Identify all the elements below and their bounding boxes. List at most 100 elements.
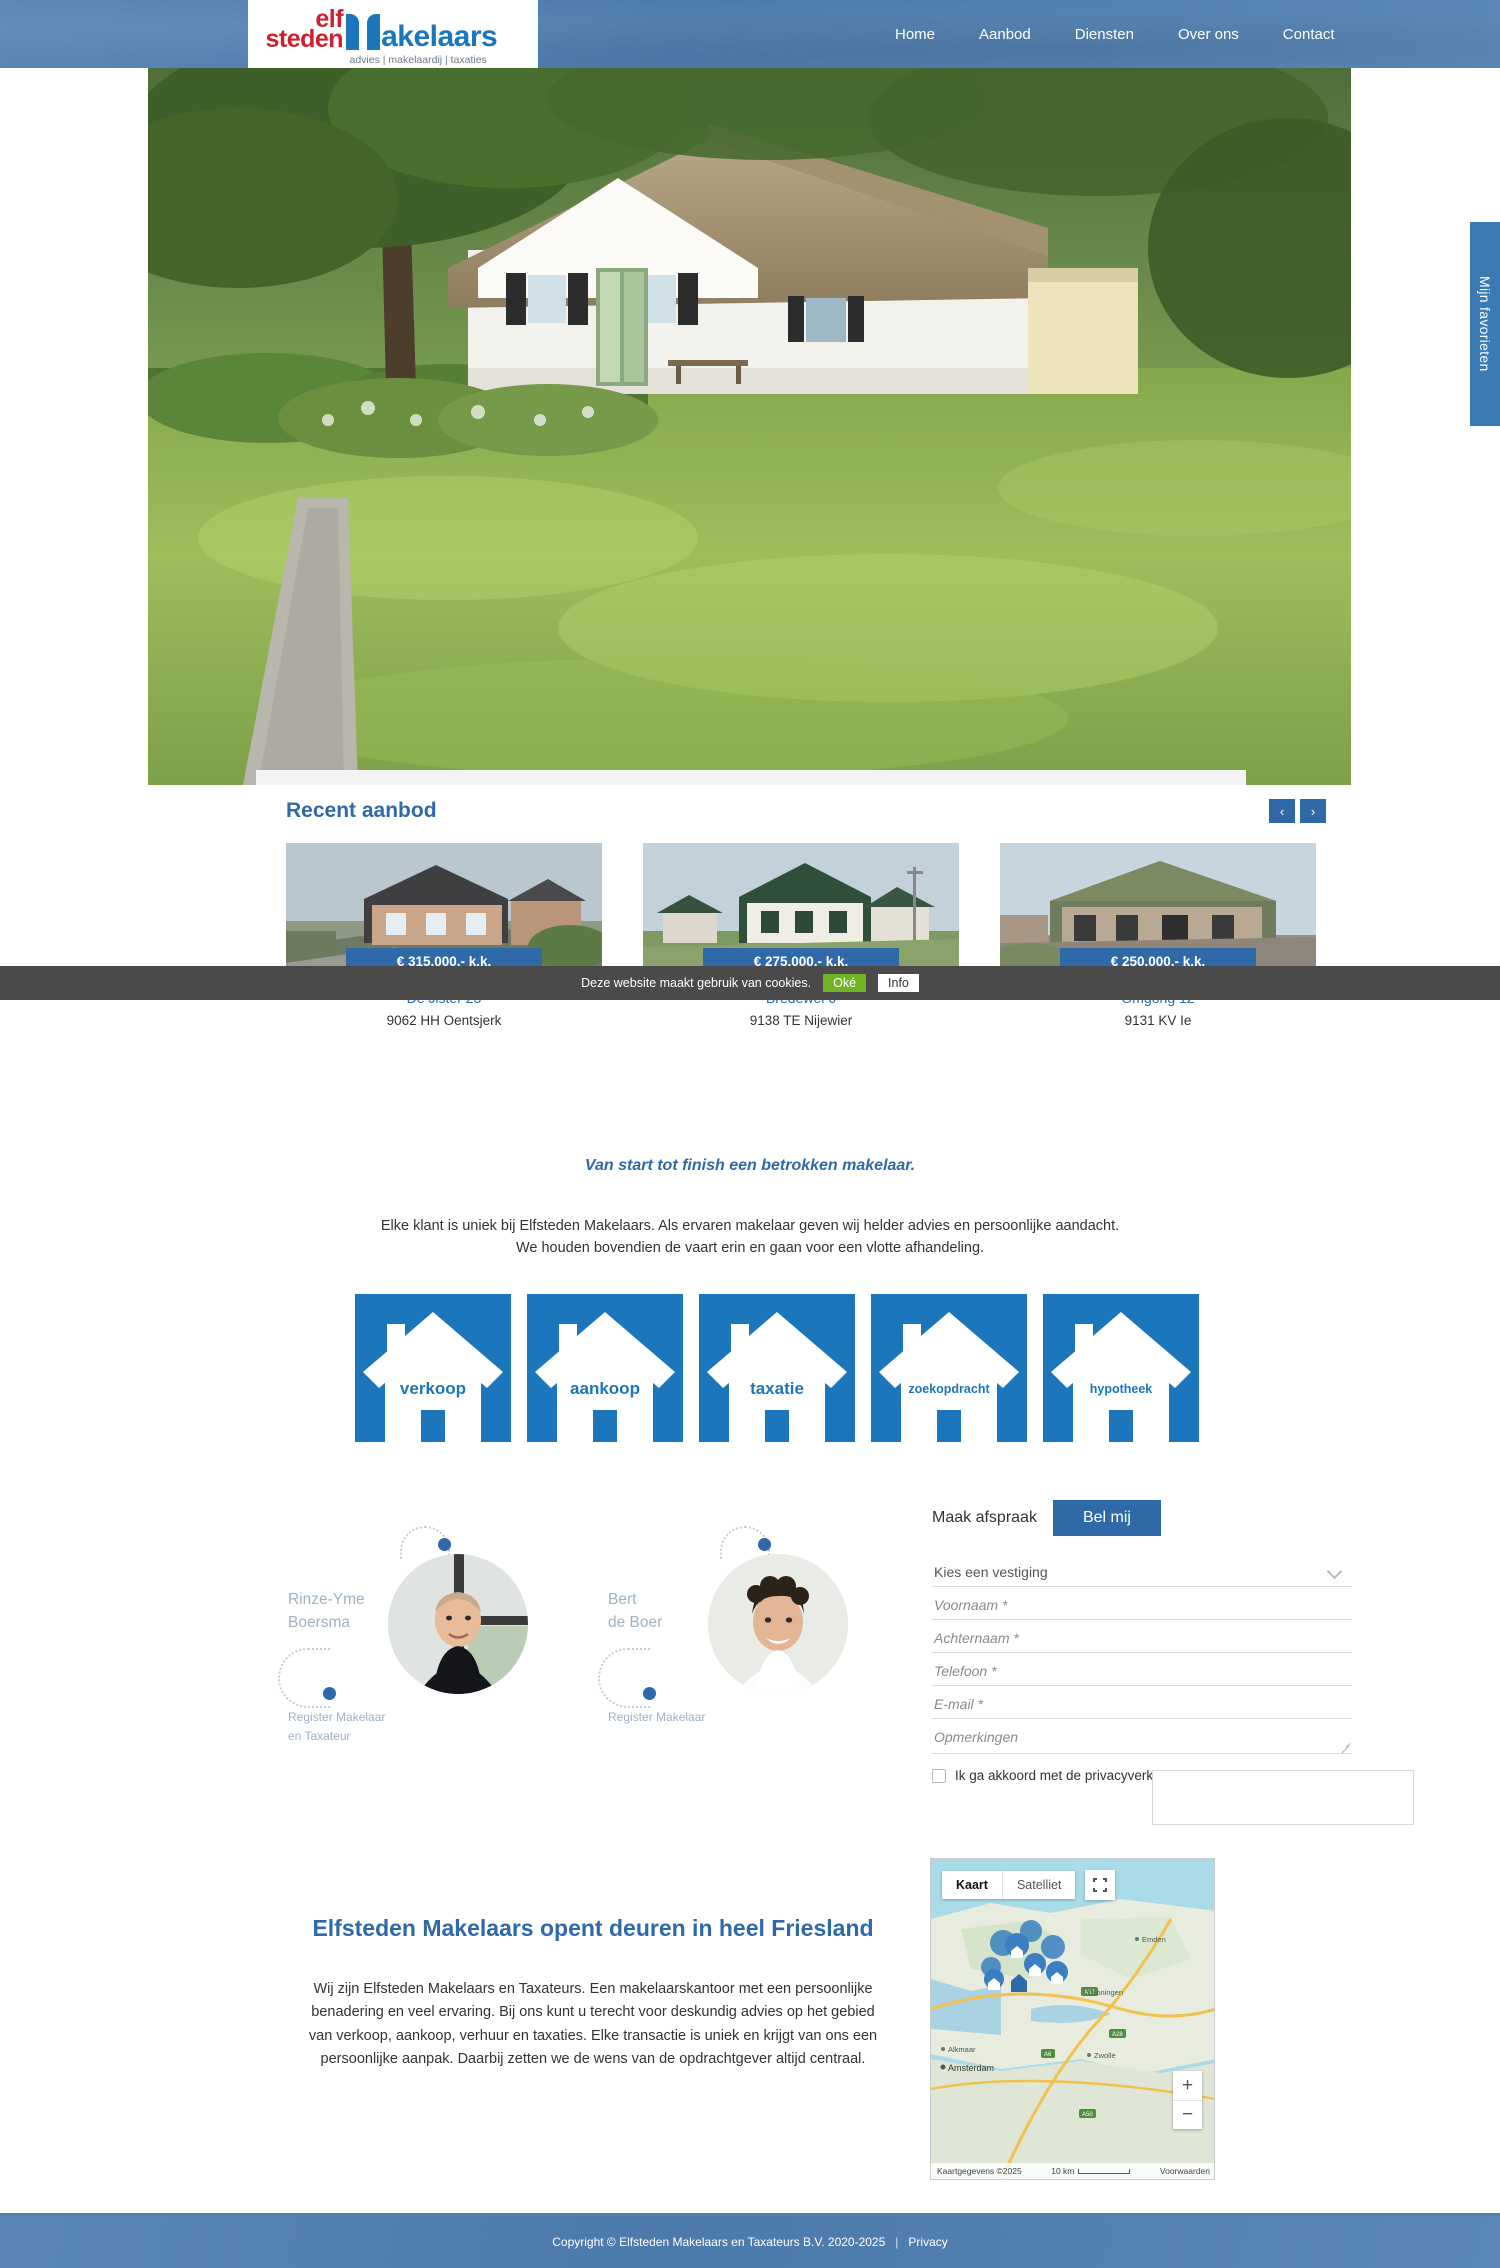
- map-type-kaart[interactable]: Kaart: [942, 1871, 1002, 1899]
- section-tagline: Van start tot finish een betrokken makel…: [584, 1157, 916, 1174]
- call-me-button[interactable]: Bel mij: [1052, 1500, 1161, 1536]
- decorative-arc: [598, 1648, 650, 1708]
- map-footer: Kaartgegevens ©2025 10 km Voorwaarden: [931, 2163, 1214, 2179]
- nav-item-home[interactable]: Home: [873, 20, 957, 49]
- fullscreen-icon: [1093, 1878, 1108, 1892]
- decorative-dot-bottom: [323, 1687, 336, 1700]
- svg-text:A50: A50: [1082, 2112, 1093, 2118]
- service-label: taxatie: [750, 1379, 804, 1398]
- map-scale-bar: [1078, 2168, 1131, 2174]
- svg-text:A28: A28: [1112, 2032, 1123, 2038]
- firstname-field[interactable]: Voornaam *: [932, 1587, 1352, 1620]
- house-icon: [879, 1312, 1019, 1442]
- svg-text:Emden: Emden: [1142, 1935, 1166, 1944]
- site-header: elf steden akelaars advies | makelaardij…: [0, 0, 1500, 68]
- agent-role: Register Makelaar en Taxateur: [288, 1708, 418, 1746]
- map-scale: 10 km: [1051, 2166, 1131, 2176]
- agent-photo: [388, 1554, 528, 1694]
- agent-role: Register Makelaar: [608, 1708, 738, 1727]
- service-tile-zoekopdracht[interactable]: zoekopdracht: [871, 1294, 1027, 1442]
- map-type-controls: Kaart Satelliet: [942, 1870, 1116, 1900]
- site-logo[interactable]: elf steden akelaars advies | makelaardij…: [247, 0, 538, 68]
- main-navigation: Home Aanbod Diensten Over ons Contact: [873, 0, 1357, 68]
- homepage: elf steden akelaars advies | makelaardij…: [0, 0, 1500, 2268]
- nav-item-contact[interactable]: Contact: [1261, 20, 1357, 49]
- house-icon: [1051, 1312, 1191, 1442]
- house-icon: [535, 1312, 675, 1442]
- map-zoom-out-button[interactable]: −: [1173, 2100, 1202, 2129]
- decorative-dot-top: [758, 1538, 771, 1551]
- service-tile-verkoop[interactable]: verkoop: [355, 1294, 511, 1442]
- comments-placeholder: Opmerkingen: [934, 1729, 1019, 1745]
- agent-card[interactable]: Bert de Boer Register Makelaar: [590, 1526, 910, 1770]
- map-terms-link[interactable]: Voorwaarden: [1160, 2166, 1210, 2176]
- map-zoom-controls: + −: [1173, 2071, 1202, 2129]
- listing-card[interactable]: € 250.000,- k.k. Omgong 12 9131 KV Ie: [1000, 843, 1316, 1028]
- services-list: verkoop aankoop taxatie zoekopdracht hyp…: [355, 1294, 1199, 1442]
- svg-text:Groningen: Groningen: [1088, 1988, 1123, 1997]
- email-field[interactable]: E-mail *: [932, 1686, 1352, 1719]
- listing-card[interactable]: € 275.000,- k.k. Bredewei 6 9138 TE Nije…: [643, 843, 959, 1028]
- map-zoom-in-button[interactable]: +: [1173, 2071, 1202, 2100]
- listing-zipcode: 9131 KV Ie: [1124, 1013, 1192, 1028]
- svg-text:Zwolle: Zwolle: [1094, 2051, 1116, 2060]
- nav-item-over-ons[interactable]: Over ons: [1156, 20, 1261, 49]
- cookie-accept-button[interactable]: Oké: [823, 974, 867, 992]
- hero-image: [148, 68, 1351, 785]
- logo-tagline: advies | makelaardij | taxaties: [349, 53, 487, 66]
- map-attribution: Kaartgegevens ©2025: [937, 2166, 1022, 2176]
- recent-listings-header: Recent aanbod ‹ ›: [256, 785, 1342, 837]
- map-fullscreen-button[interactable]: [1085, 1870, 1116, 1900]
- intro-paragraph: Elke klant is uniek bij Elfsteden Makela…: [250, 1215, 1250, 1260]
- service-label: verkoop: [399, 1379, 467, 1398]
- resize-grip-icon[interactable]: [1340, 1742, 1351, 1753]
- service-tile-taxatie[interactable]: taxatie: [699, 1294, 855, 1442]
- location-select-value: Kies een vestiging: [934, 1564, 1048, 1580]
- svg-text:A6: A6: [1044, 2052, 1052, 2058]
- agent-portrait-1: [388, 1554, 528, 1694]
- map-scale-label: 10 km: [1051, 2166, 1075, 2176]
- listing-card-list: € 315.000,- k.k. De Jister 23 9062 HH Oe…: [286, 843, 1316, 1028]
- house-icon: [707, 1312, 847, 1442]
- house-icon: [363, 1312, 503, 1442]
- form-header: Maak afspraak Bel mij: [932, 1500, 1352, 1536]
- favorites-tab[interactable]: Mijn favorieten: [1470, 222, 1500, 426]
- logo-text-makelaars: akelaars: [381, 19, 498, 53]
- agent-role-line1: Register Makelaar: [288, 1710, 386, 1724]
- map-canvas: A32 A28 A6 A50 Emden Groningen Alkmaar Z…: [931, 1859, 1214, 2179]
- intro-line-2: We houden bovendien de vaart erin en gaa…: [515, 1240, 985, 1257]
- listing-zipcode: 9062 HH Oentsjerk: [386, 1013, 502, 1028]
- decorative-arc: [278, 1648, 330, 1708]
- logo-text-steden: steden: [265, 25, 344, 53]
- agent-card[interactable]: Rinze-Yme Boersma Register Makelaar en T…: [270, 1526, 590, 1770]
- service-label: zoekopdracht: [908, 1382, 990, 1396]
- listing-card[interactable]: € 315.000,- k.k. De Jister 23 9062 HH Oe…: [286, 843, 602, 1028]
- service-label: hypotheek: [1089, 1382, 1153, 1396]
- site-footer: Copyright © Elfsteden Makelaars en Taxat…: [0, 2216, 1500, 2268]
- nav-item-diensten[interactable]: Diensten: [1053, 20, 1156, 49]
- slider-prev-button[interactable]: ‹: [1269, 799, 1295, 823]
- map-type-satelliet[interactable]: Satelliet: [1001, 1871, 1075, 1899]
- service-tile-aankoop[interactable]: aankoop: [527, 1294, 683, 1442]
- service-label: aankoop: [570, 1379, 640, 1398]
- street-view-pegman[interactable]: [1180, 1977, 1202, 2011]
- slider-controls: ‹ ›: [1269, 799, 1326, 823]
- about-body: Wij zijn Elfsteden Makelaars en Taxateur…: [308, 1981, 878, 2068]
- slider-next-button[interactable]: ›: [1300, 799, 1326, 823]
- privacy-checkbox[interactable]: [932, 1768, 946, 1783]
- intro-line-1: Elke klant is uniek bij Elfsteden Makela…: [380, 1218, 1120, 1234]
- service-tile-hypotheek[interactable]: hypotheek: [1043, 1294, 1199, 1442]
- nav-item-aanbod[interactable]: Aanbod: [957, 20, 1053, 49]
- decorative-dot-bottom: [643, 1687, 656, 1700]
- logo-house-icon: [346, 10, 381, 50]
- comments-field[interactable]: Opmerkingen: [932, 1719, 1352, 1754]
- footer-privacy-link[interactable]: Privacy: [908, 2235, 947, 2249]
- agent-role-line1: Register Makelaar: [608, 1710, 706, 1724]
- cookie-info-button[interactable]: Info: [878, 974, 919, 992]
- phone-field[interactable]: Telefoon *: [932, 1653, 1352, 1686]
- agent-portrait-2: [708, 1554, 848, 1694]
- location-select[interactable]: Kies een vestiging: [932, 1554, 1352, 1587]
- lastname-field[interactable]: Achternaam *: [932, 1620, 1352, 1653]
- map-widget[interactable]: A32 A28 A6 A50 Emden Groningen Alkmaar Z…: [930, 1858, 1215, 2180]
- agent-role-line2: en Taxateur: [288, 1729, 351, 1744]
